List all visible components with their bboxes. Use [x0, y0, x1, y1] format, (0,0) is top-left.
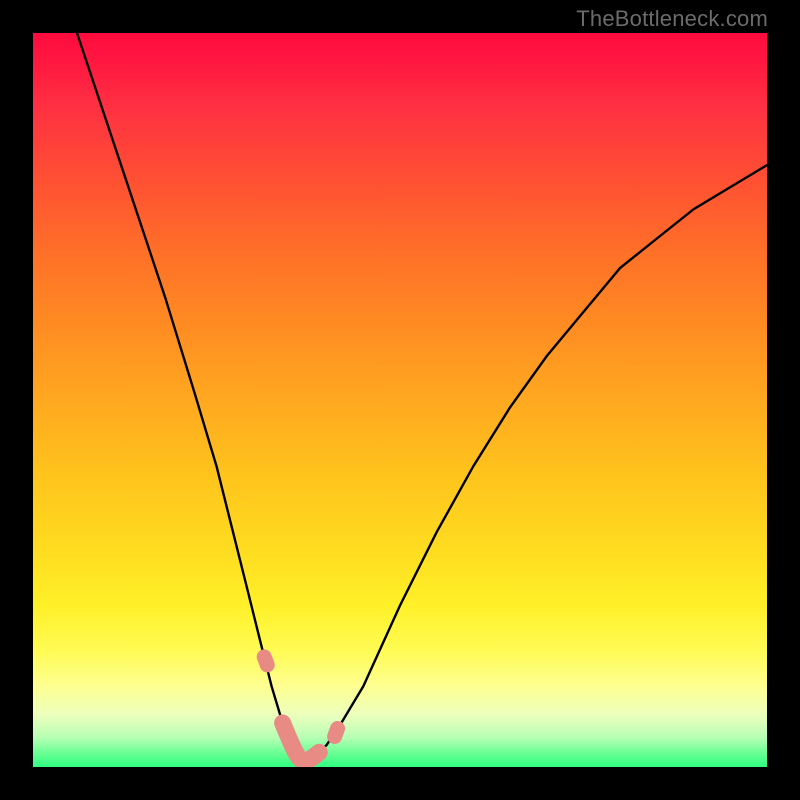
chart-frame: TheBottleneck.com	[0, 0, 800, 800]
bottleneck-curve	[77, 33, 767, 763]
flat-segment-marker	[283, 723, 320, 761]
plot-area	[33, 33, 767, 767]
watermark-text: TheBottleneck.com	[576, 6, 768, 32]
curve-layer	[33, 33, 767, 767]
right-tick-marker	[335, 729, 338, 737]
left-tick-marker	[264, 657, 267, 665]
